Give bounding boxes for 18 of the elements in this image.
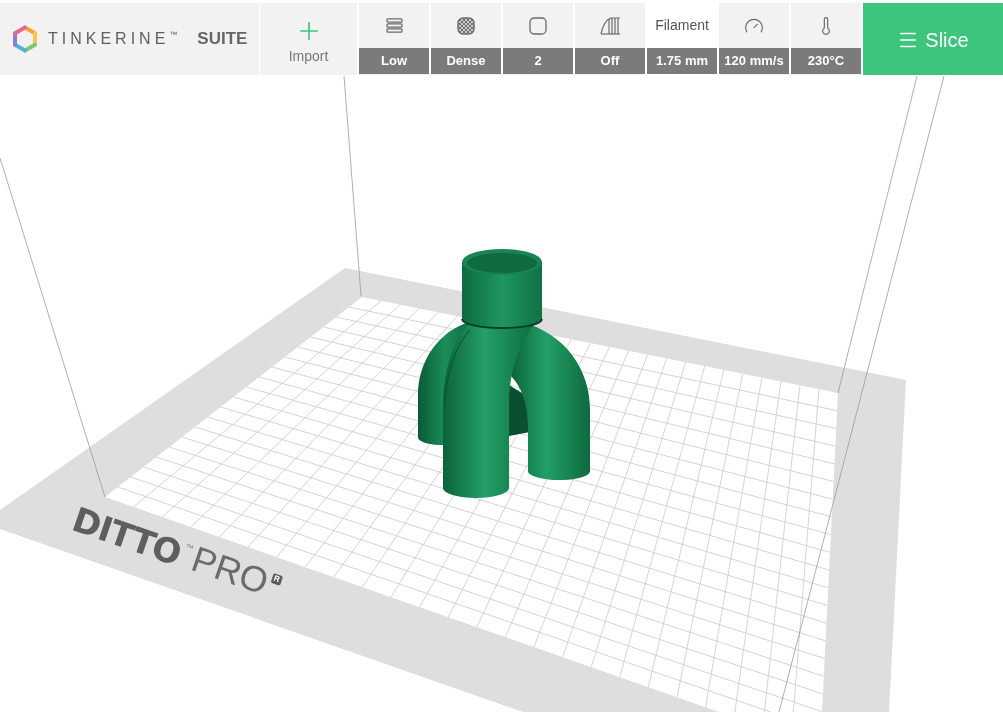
slice-button[interactable]: Slice [863,3,1003,75]
product-name: SUITE [197,28,248,51]
import-button[interactable]: Import [260,3,357,75]
infill-button[interactable]: Dense [431,3,501,75]
trademark-symbol: ™ [184,543,195,554]
shells-button[interactable]: 2 [503,3,573,75]
trademark-symbol: ™ [169,31,178,39]
brand-wordmark: TINKERINE [48,29,170,49]
bed-brand-logo: DITTO [68,501,186,571]
lattice-square-icon [457,16,475,35]
layer-height-button[interactable]: Low [359,3,429,75]
print-speed-button[interactable]: 120 mm/s [719,3,789,75]
hexagon-logo-icon [12,25,38,53]
support-columns-icon [599,16,621,35]
temperature-button[interactable]: 230°C [791,3,861,75]
supports-button[interactable]: Off [575,3,645,75]
layers-icon [385,18,403,33]
rounded-square-icon [529,16,547,35]
